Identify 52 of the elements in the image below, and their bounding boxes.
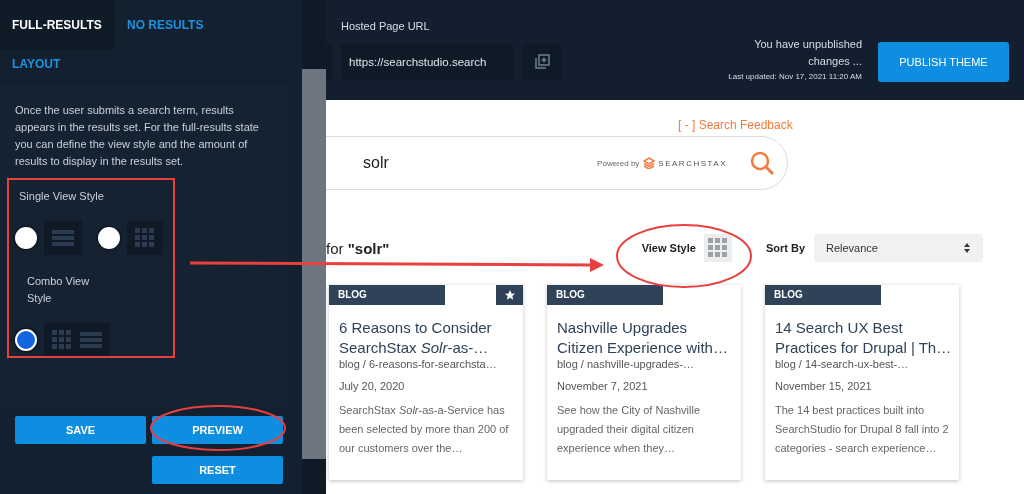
copy-icon xyxy=(532,53,551,71)
category-tag: BLOG xyxy=(765,285,881,305)
search-icon xyxy=(749,150,775,176)
view-style-button[interactable] xyxy=(703,234,732,262)
result-snippet: SearchStax Solr-as-a-Service has been selected by more than 200 of our customers over the… xyxy=(339,403,510,456)
result-snippet: See how the City of Nashville upgraded their digital citizen experience when they… xyxy=(557,403,702,456)
scrollbar-thumb[interactable] xyxy=(302,69,326,459)
list-icon xyxy=(80,330,102,350)
layers-icon xyxy=(643,157,656,169)
result-date: November 15, 2021 xyxy=(775,380,873,392)
field-label: Hosted Page URL xyxy=(341,20,431,34)
save-button[interactable]: SAVE xyxy=(15,416,146,444)
url-field[interactable]: https://searchstudio.search xyxy=(341,44,513,80)
copy-button[interactable] xyxy=(522,44,561,80)
reset-button[interactable]: RESET xyxy=(152,456,283,484)
grid-icon xyxy=(52,330,72,350)
last-updated-text: Last updated: Nov 17, 2021 11:20 AM xyxy=(728,72,862,81)
star-button[interactable] xyxy=(496,285,523,305)
list-icon xyxy=(52,228,74,248)
view-style-label: View Style xyxy=(641,242,696,254)
publish-button[interactable]: PUBLISH THEME xyxy=(878,42,1009,82)
sort-select[interactable]: Relevance xyxy=(814,234,983,262)
layout-tab[interactable]: LAYOUT xyxy=(0,50,80,78)
result-path: blog / nashville-upgrades-… xyxy=(557,358,695,370)
result-title[interactable]: Nashville Upgrades Citizen Experience with… xyxy=(557,318,737,358)
result-date: July 20, 2020 xyxy=(339,380,406,392)
sort-caret-icon xyxy=(963,242,971,254)
category-tag: BLOG xyxy=(329,285,445,305)
grid-icon xyxy=(707,238,728,258)
grid-icon xyxy=(135,228,155,248)
result-date: November 7, 2021 xyxy=(557,380,649,392)
radio-button[interactable] xyxy=(15,227,37,249)
description-text: Once the user submits a search term, results appears in the results set. For the full-results state you can define the view style and the amount of results to display in the results set. xyxy=(15,103,260,169)
result-snippet: The 14 best practices built into SearchStudio for Drupal 8 fall into 2 categories - search experience… xyxy=(775,403,949,456)
result-path: blog / 6-reasons-for-searchsta… xyxy=(339,358,498,370)
brand-name: SEARCHSTAX xyxy=(658,158,727,168)
preview-button[interactable]: PREVIEW xyxy=(152,416,283,444)
status-text: You have unpublished changes ... xyxy=(753,37,862,69)
star-icon xyxy=(503,289,516,301)
category-tag: BLOG xyxy=(547,285,663,305)
radio-button[interactable] xyxy=(98,227,120,249)
radio-button[interactable] xyxy=(15,329,37,351)
sort-label: Sort By xyxy=(765,242,805,254)
result-title[interactable]: 6 Reasons to Consider SearchStax Solr-as-… xyxy=(339,318,519,358)
tab[interactable]: FULL-RESULTS xyxy=(0,0,115,50)
result-title[interactable]: 14 Search UX Best Practices for Drupal | Th… xyxy=(775,318,955,358)
tab[interactable]: NO RESULTS xyxy=(115,0,216,50)
results-heading: for "solr" xyxy=(326,239,390,257)
powered-by-text: Powered by xyxy=(597,158,640,168)
result-path: blog / 14-search-ux-best-… xyxy=(775,358,910,370)
group-label: Combo View Style xyxy=(27,274,91,306)
group-label: Single View Style xyxy=(19,189,105,204)
